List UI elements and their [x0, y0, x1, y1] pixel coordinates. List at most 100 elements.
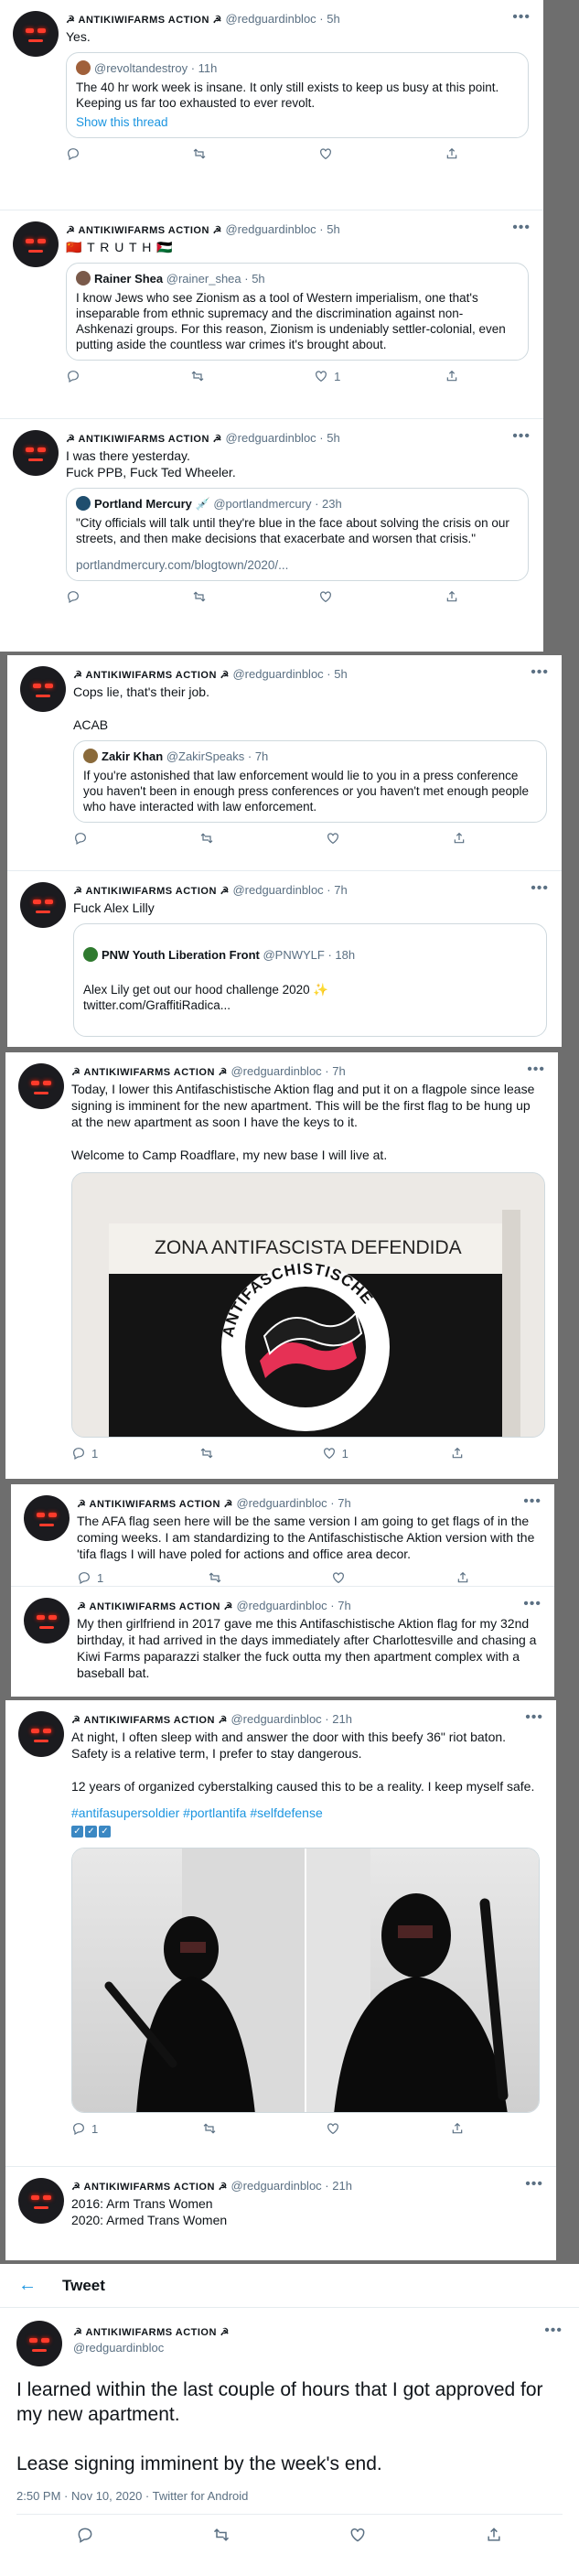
- quoted-tweet[interactable]: PNW Youth Liberation Front @PNWYLF · 18h…: [73, 923, 547, 1037]
- flag-photo[interactable]: ZONA ANTIFASCISTA DEFENDIDA ANTIFASCHIST…: [71, 1172, 545, 1438]
- like-button[interactable]: [326, 831, 346, 846]
- reply-button[interactable]: [66, 146, 86, 161]
- retweet-button[interactable]: [190, 369, 210, 383]
- handle[interactable]: @redguardinbloc: [225, 12, 316, 26]
- display-name[interactable]: ☭ ANTIKIWIFARMS ACTION ☭: [71, 1067, 228, 1078]
- photo-left[interactable]: [72, 1848, 305, 2112]
- like-button[interactable]: [318, 146, 338, 161]
- timestamp[interactable]: 7h: [338, 1599, 350, 1612]
- tweet-8[interactable]: ••• ☭ ANTIKIWIFARMS ACTION ☭ @redguardin…: [11, 1587, 554, 1697]
- retweet-button[interactable]: [202, 2121, 222, 2136]
- like-button[interactable]: [326, 1045, 346, 1047]
- share-button[interactable]: [450, 1446, 465, 1460]
- tweet-3[interactable]: ••• ☭ ANTIKIWIFARMS ACTION ☭ @redguardin…: [0, 419, 543, 652]
- handle[interactable]: @redguardinbloc: [231, 1064, 321, 1078]
- reply-button[interactable]: [66, 369, 86, 383]
- like-button[interactable]: [326, 2121, 346, 2136]
- reply-button[interactable]: 1: [71, 2121, 98, 2136]
- avatar[interactable]: [16, 2321, 62, 2366]
- more-icon[interactable]: •••: [527, 1062, 545, 1078]
- avatar[interactable]: [24, 1495, 70, 1541]
- avatar[interactable]: [20, 882, 66, 928]
- detail-tweet[interactable]: ••• ☭ ANTIKIWIFARMS ACTION ☭ @redguardin…: [0, 2308, 579, 2557]
- display-name[interactable]: ☭ ANTIKIWIFARMS ACTION ☭: [77, 1499, 233, 1510]
- quoted-tweet[interactable]: Rainer Shea @rainer_shea · 5h I know Jew…: [66, 263, 529, 361]
- quoted-tweet[interactable]: Portland Mercury 💉 @portlandmercury · 23…: [66, 488, 529, 581]
- timestamp[interactable]: 21h: [332, 2179, 352, 2193]
- hashtags[interactable]: #antifasupersoldier #portlantifa #selfde…: [71, 1805, 541, 1820]
- quoted-tweet[interactable]: Zakir Khan @ZakirSpeaks · 7h If you're a…: [73, 740, 547, 823]
- timestamp[interactable]: 5h: [327, 431, 339, 445]
- handle[interactable]: @redguardinbloc: [232, 667, 323, 681]
- avatar[interactable]: [13, 221, 59, 267]
- more-icon[interactable]: •••: [544, 2323, 563, 2339]
- timestamp[interactable]: 5h: [334, 667, 347, 681]
- reply-button[interactable]: [73, 831, 93, 846]
- tweet-10[interactable]: ••• ☭ ANTIKIWIFARMS ACTION ☭ @redguardin…: [5, 2167, 556, 2258]
- display-name[interactable]: ☭ ANTIKIWIFARMS ACTION ☭: [77, 1601, 233, 1612]
- like-button[interactable]: 1: [322, 1446, 348, 1460]
- back-arrow-icon[interactable]: ←: [18, 2275, 37, 2296]
- display-name[interactable]: ☭ ANTIKIWIFARMS ACTION ☭: [66, 15, 222, 26]
- display-name[interactable]: ☭ ANTIKIWIFARMS ACTION ☭: [66, 225, 222, 236]
- tweet-5[interactable]: ••• ☭ ANTIKIWIFARMS ACTION ☭ @redguardin…: [7, 871, 562, 1047]
- like-button[interactable]: [331, 1570, 351, 1585]
- retweet-button[interactable]: [199, 831, 220, 846]
- share-icon[interactable]: [485, 2526, 503, 2544]
- photo-grid[interactable]: [71, 1848, 540, 2113]
- display-name[interactable]: ☭ ANTIKIWIFARMS ACTION ☭: [73, 670, 230, 681]
- more-icon[interactable]: •••: [531, 664, 549, 681]
- avatar[interactable]: [13, 11, 59, 57]
- share-button[interactable]: [456, 1570, 470, 1585]
- handle[interactable]: @redguardinbloc: [236, 1496, 327, 1510]
- reply-button[interactable]: [73, 1045, 93, 1047]
- retweet-button[interactable]: [208, 1570, 228, 1585]
- handle[interactable]: @redguardinbloc: [236, 1599, 327, 1612]
- display-name[interactable]: ☭ ANTIKIWIFARMS ACTION ☭: [73, 886, 230, 897]
- timestamp[interactable]: 5h: [327, 222, 339, 236]
- share-button[interactable]: [452, 1045, 466, 1047]
- photo-right[interactable]: [306, 1848, 539, 2112]
- more-icon[interactable]: •••: [525, 1709, 543, 1726]
- like-button[interactable]: 1: [314, 369, 340, 383]
- retweet-button[interactable]: [192, 589, 212, 604]
- share-button[interactable]: [445, 369, 459, 383]
- retweet-button[interactable]: [199, 1045, 220, 1047]
- quoted-tweet[interactable]: @revoltandestroy · 11h The 40 hr work we…: [66, 52, 529, 138]
- tweet-4[interactable]: ••• ☭ ANTIKIWIFARMS ACTION ☭ @redguardin…: [7, 655, 562, 871]
- avatar[interactable]: [13, 430, 59, 476]
- more-icon[interactable]: •••: [512, 428, 531, 445]
- reply-icon[interactable]: [76, 2526, 94, 2544]
- reply-button[interactable]: 1: [71, 1446, 98, 1460]
- display-name[interactable]: ☭ ANTIKIWIFARMS ACTION ☭: [73, 2326, 563, 2338]
- like-button[interactable]: [318, 589, 338, 604]
- more-icon[interactable]: •••: [512, 9, 531, 26]
- avatar[interactable]: [20, 666, 66, 712]
- avatar[interactable]: [18, 1063, 64, 1109]
- avatar[interactable]: [18, 1711, 64, 1757]
- more-icon[interactable]: •••: [523, 1493, 541, 1510]
- timestamp[interactable]: 21h: [332, 1712, 352, 1726]
- handle[interactable]: @redguardinbloc: [231, 2179, 321, 2193]
- share-button[interactable]: [445, 146, 459, 161]
- share-button[interactable]: [445, 589, 459, 604]
- tweet-9[interactable]: ••• ☭ ANTIKIWIFARMS ACTION ☭ @redguardin…: [5, 1700, 556, 2167]
- more-icon[interactable]: •••: [531, 880, 549, 897]
- heart-icon[interactable]: [348, 2526, 367, 2544]
- more-icon[interactable]: •••: [523, 1596, 541, 1612]
- retweet-icon[interactable]: [212, 2526, 231, 2544]
- handle[interactable]: @redguardinbloc: [231, 1712, 321, 1726]
- display-name[interactable]: ☭ ANTIKIWIFARMS ACTION ☭: [71, 2182, 228, 2193]
- show-thread-link[interactable]: Show this thread: [76, 114, 519, 130]
- tweet-1[interactable]: ••• ☭ ANTIKIWIFARMS ACTION ☭ @redguardin…: [0, 0, 543, 210]
- quoted-link[interactable]: portlandmercury.com/blogtown/2020/...: [76, 557, 519, 573]
- handle[interactable]: @redguardinbloc: [225, 431, 316, 445]
- more-icon[interactable]: •••: [525, 2176, 543, 2193]
- retweet-button[interactable]: [199, 1446, 220, 1460]
- timestamp[interactable]: 7h: [334, 883, 347, 897]
- display-name[interactable]: ☭ ANTIKIWIFARMS ACTION ☭: [66, 434, 222, 445]
- handle[interactable]: @redguardinbloc: [73, 2341, 563, 2355]
- display-name[interactable]: ☭ ANTIKIWIFARMS ACTION ☭: [71, 1715, 228, 1726]
- share-button[interactable]: [452, 831, 466, 846]
- more-icon[interactable]: •••: [512, 220, 531, 236]
